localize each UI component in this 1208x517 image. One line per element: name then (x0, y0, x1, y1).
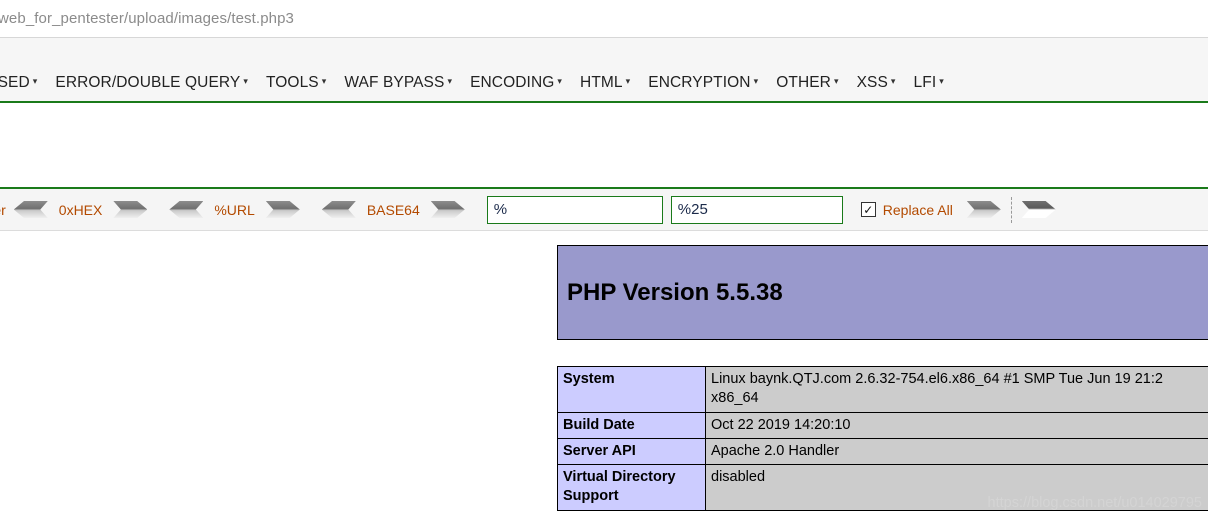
decode-left-arrow-icon[interactable] (321, 201, 356, 218)
nav-item-other[interactable]: OTHER ▾ (767, 74, 847, 92)
table-row: System Linux baynk.QTJ.com 2.6.32-754.el… (557, 366, 1208, 413)
table-cell-key: Build Date (557, 411, 706, 439)
chevron-down-icon: ▾ (625, 76, 631, 87)
table-cell-key: Virtual Directory Support (557, 464, 706, 511)
nav-item-label: ENCRYPTION (648, 74, 751, 91)
table-cell-value: Apache 2.0 Handler (705, 437, 1208, 466)
browser-url-bar[interactable]: web_for_pentester/upload/images/test.php… (0, 0, 1208, 38)
chevron-down-icon: ▾ (557, 76, 563, 87)
nav-item-xss[interactable]: XSS ▾ (848, 74, 905, 92)
nav-item-error-double-query[interactable]: ERROR/DOUBLE QUERY ▾ (46, 74, 257, 92)
nav-item-label: LFI (913, 74, 937, 91)
chevron-down-icon: ▾ (753, 76, 759, 87)
table-cell-key: Server API (557, 437, 706, 466)
php-version-banner: PHP Version 5.5.38 (557, 245, 1208, 340)
nav-item-label: ENCODING (470, 74, 555, 91)
page-content: PHP Version 5.5.38 System Linux baynk.QT… (0, 231, 1208, 515)
encoder-group-base64: BASE64 (321, 201, 465, 218)
empty-content-band (0, 103, 1208, 189)
secondary-apply-arrow-icon[interactable] (1021, 201, 1056, 218)
nav-item-label: TOOLS (265, 74, 319, 91)
referrer-label-clipped: rrer (0, 201, 6, 218)
replace-all-checkbox[interactable]: ✓ (860, 202, 876, 217)
table-cell-value: Linux baynk.QTJ.com 2.6.32-754.el6.x86_6… (705, 366, 1208, 413)
replace-input[interactable] (670, 195, 843, 224)
phpinfo-table: System Linux baynk.QTJ.com 2.6.32-754.el… (557, 366, 1208, 511)
nav-item-waf-bypass[interactable]: WAF BYPASS ▾ (335, 74, 461, 92)
nav-item-label: XSS (856, 74, 888, 91)
nav-item-lfi[interactable]: LFI ▾ (905, 74, 953, 92)
decode-left-arrow-icon[interactable] (169, 201, 204, 218)
php-version-title: PHP Version 5.5.38 (567, 278, 783, 306)
decode-left-arrow-icon[interactable] (13, 201, 48, 218)
encoder-group-url: %URL (169, 201, 300, 218)
chevron-down-icon: ▾ (32, 76, 38, 87)
encode-right-arrow-icon[interactable] (113, 201, 148, 218)
nav-item-encryption[interactable]: ENCRYPTION ▾ (639, 74, 767, 92)
table-row: Build Date Oct 22 2019 14:20:10 (557, 411, 1208, 439)
chevron-down-icon: ▾ (321, 76, 327, 87)
toolbar-separator (1010, 196, 1012, 223)
phpinfo-block: PHP Version 5.5.38 System Linux baynk.QT… (557, 245, 1208, 511)
url-text[interactable]: web_for_pentester/upload/images/test.php… (0, 10, 294, 27)
nav-item-encoding[interactable]: ENCODING ▾ (461, 74, 571, 92)
nav-item-n-based[interactable]: N BASED▾ (0, 74, 46, 92)
table-cell-key: System (557, 366, 706, 413)
replace-all-label: Replace All (882, 201, 953, 218)
search-input[interactable] (486, 195, 663, 224)
nav-item-label: ERROR/DOUBLE QUERY (55, 74, 241, 91)
chevron-down-icon: ▾ (243, 76, 248, 87)
table-row: Server API Apache 2.0 Handler (557, 437, 1208, 466)
encoder-label-base64[interactable]: BASE64 (359, 202, 428, 218)
nav-item-label: OTHER (776, 74, 831, 91)
table-row: Virtual Directory Support disabled (557, 464, 1208, 511)
encode-right-arrow-icon[interactable] (265, 201, 300, 218)
nav-menu: N BASED▾ ERROR/DOUBLE QUERY▾ TOOLS▾ WAF … (0, 74, 953, 101)
nav-item-html[interactable]: HTML ▾ (571, 74, 639, 92)
encoder-toolbar: rrer 0xHEX %URL BASE64 ✓ Replace All (0, 189, 1208, 231)
chevron-down-icon: ▾ (939, 76, 944, 87)
nav-item-label: HTML (580, 74, 623, 91)
nav-item-label: N BASED (0, 74, 30, 91)
encode-right-arrow-icon[interactable] (430, 201, 465, 218)
site-nav-band: N BASED▾ ERROR/DOUBLE QUERY▾ TOOLS▾ WAF … (0, 38, 1208, 103)
chevron-down-icon: ▾ (447, 76, 453, 87)
apply-replace-arrow-icon[interactable] (966, 201, 1001, 218)
table-cell-value: disabled (705, 464, 1208, 511)
nav-item-label: WAF BYPASS (344, 74, 445, 91)
encoder-group-hex: 0xHEX (13, 201, 148, 218)
encoder-label-hex[interactable]: 0xHEX (51, 202, 111, 218)
chevron-down-icon: ▾ (833, 76, 839, 87)
encoder-label-url[interactable]: %URL (206, 202, 262, 218)
chevron-down-icon: ▾ (890, 76, 896, 87)
table-cell-value: Oct 22 2019 14:20:10 (705, 411, 1208, 439)
replace-all-control[interactable]: ✓ Replace All (860, 201, 953, 218)
nav-item-tools[interactable]: TOOLS ▾ (257, 74, 335, 92)
